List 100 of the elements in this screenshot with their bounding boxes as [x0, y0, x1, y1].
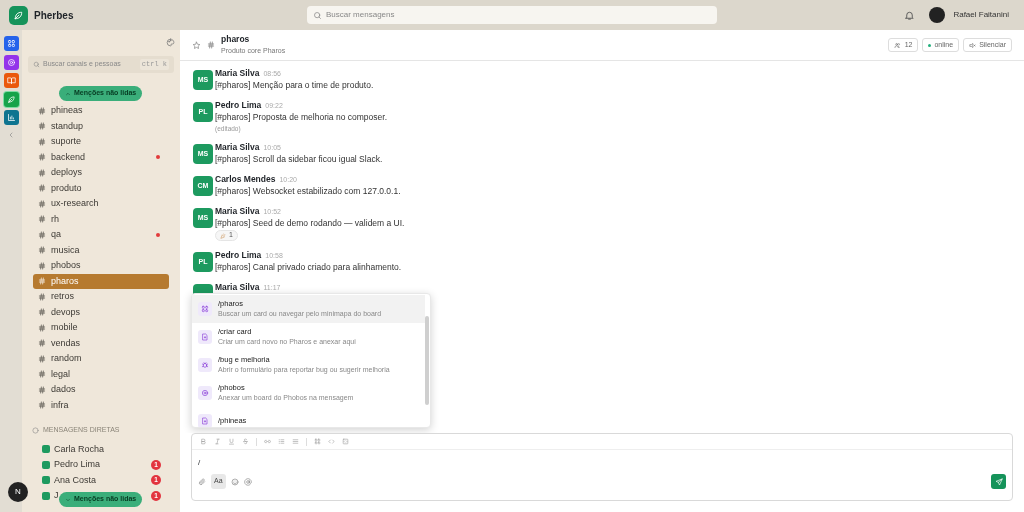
channel-item[interactable]: backend [33, 149, 169, 165]
search-icon [33, 61, 40, 68]
star-icon[interactable] [192, 40, 201, 50]
strikethrough-icon[interactable] [242, 438, 249, 445]
rail-app-button[interactable] [3, 73, 19, 88]
rail-app-button[interactable] [3, 54, 19, 70]
numbered-list-icon[interactable] [278, 438, 285, 445]
code-icon[interactable] [328, 438, 335, 445]
hash-icon [38, 106, 46, 115]
italic-icon[interactable] [214, 438, 221, 445]
chevron-up-icon [65, 90, 71, 97]
channel-item[interactable]: devops [33, 304, 169, 320]
hash-icon [38, 261, 46, 270]
send-icon [994, 477, 1003, 486]
message-text: [#pharos] Seed de demo rodando — validem a UI. [215, 218, 406, 229]
message-input[interactable]: / [192, 450, 1012, 474]
speaker-icon [969, 41, 977, 49]
channel-item[interactable]: retros [33, 289, 169, 305]
author-name: Maria Silva [215, 142, 260, 153]
author-name: Maria Silva [215, 282, 260, 293]
chat-icon [32, 426, 39, 434]
account-avatar[interactable]: N [8, 482, 28, 502]
hash-icon [38, 137, 46, 146]
contact-name[interactable]: Ana Costa [54, 473, 97, 487]
search-field[interactable]: Buscar mensagens [307, 6, 717, 24]
channel-item[interactable]: infra [33, 397, 169, 413]
hash-icon [38, 385, 46, 394]
hash-icon [38, 277, 46, 286]
hash-icon [38, 354, 46, 363]
message-text: [#pharos] Websocket estabilizado com 127.0.0.1. [215, 186, 402, 197]
hash-icon [38, 323, 46, 332]
hash-icon [38, 199, 46, 208]
paperclip-icon[interactable] [198, 477, 206, 486]
author-name: Carlos Mendes [215, 174, 276, 185]
hash-icon [38, 168, 46, 177]
rail-app-button[interactable] [3, 91, 19, 107]
hash-icon [38, 122, 46, 131]
author-name: Pedro Lima [215, 250, 262, 261]
message-text: [#pharos] Scroll da sidebar ficou igual Slack. [215, 154, 384, 165]
hash-icon [38, 246, 46, 255]
channel-item[interactable]: phobos [33, 258, 169, 274]
user-avatar[interactable] [929, 7, 946, 23]
hash-icon [207, 41, 215, 49]
hash-icon [38, 184, 46, 193]
message-text: [#pharos] Menção para o time de produto. [215, 80, 375, 91]
channel-item[interactable]: rh [33, 211, 169, 227]
hash-icon [38, 308, 46, 317]
hash-icon [38, 370, 46, 379]
send-button[interactable] [991, 474, 1006, 489]
hash-icon [38, 292, 46, 301]
channel-item[interactable]: ux-research [33, 196, 169, 212]
rail-app-button[interactable] [3, 36, 19, 51]
underline-icon[interactable] [228, 438, 235, 445]
channel-item[interactable]: vendas [33, 335, 169, 351]
channel-item[interactable]: standup [33, 118, 169, 134]
user-name[interactable]: Rafael Faitanini [953, 9, 1009, 21]
emoji-icon[interactable] [230, 477, 239, 486]
author-name: Pedro Lima [215, 100, 262, 111]
channel-item[interactable]: musica [33, 242, 169, 258]
app-name: Pherbes [34, 8, 74, 23]
hash-icon [38, 339, 46, 348]
channel-item[interactable]: qa [33, 227, 169, 243]
hash-icon [38, 153, 46, 162]
leaf-icon [13, 9, 24, 21]
chart-icon [6, 113, 16, 122]
channel-name: pharos [221, 33, 251, 47]
channel-item[interactable]: mobile [33, 320, 169, 336]
hash-icon [38, 230, 46, 239]
search-input[interactable]: Buscar mensagens [326, 9, 711, 21]
hash-icon [38, 401, 46, 410]
message-text: [#pharos] Canal privado criado para alinhamento. [215, 262, 403, 273]
leaf-icon [6, 94, 16, 104]
channel-item[interactable]: suporte [33, 134, 169, 150]
contact-name[interactable]: Carla Rocha [54, 442, 105, 456]
target-icon [6, 57, 16, 67]
message-text: [#pharos] Proposta de melhoria no composer. [215, 112, 388, 123]
author-name: Maria Silva [215, 68, 260, 79]
contact-name[interactable]: Pedro Lima [54, 458, 101, 472]
grid-icon [6, 39, 16, 48]
rail-app-button[interactable] [3, 110, 19, 125]
chevron-down-icon [65, 496, 71, 503]
channel-item[interactable]: legal [33, 366, 169, 382]
grid-icon [314, 438, 321, 445]
link-icon[interactable] [264, 438, 271, 445]
channel-item[interactable]: random [33, 351, 169, 367]
channel-item[interactable]: deploys [33, 165, 169, 181]
channel-item[interactable]: dados [33, 382, 169, 398]
collapse-icon[interactable] [7, 130, 15, 139]
mention-icon[interactable] [243, 477, 252, 486]
contact-name[interactable]: J [54, 489, 59, 503]
hash-icon [38, 215, 46, 224]
list-icon[interactable] [292, 438, 299, 445]
channel-item[interactable]: produto [33, 180, 169, 196]
channel-item[interactable]: pharos [33, 273, 169, 289]
author-name: Maria Silva [215, 206, 260, 217]
bell-icon[interactable] [904, 9, 916, 21]
channel-item[interactable]: phineas [33, 103, 169, 119]
bold-icon[interactable] [200, 438, 207, 445]
code-block-icon[interactable] [342, 438, 349, 445]
search-icon [313, 10, 322, 20]
